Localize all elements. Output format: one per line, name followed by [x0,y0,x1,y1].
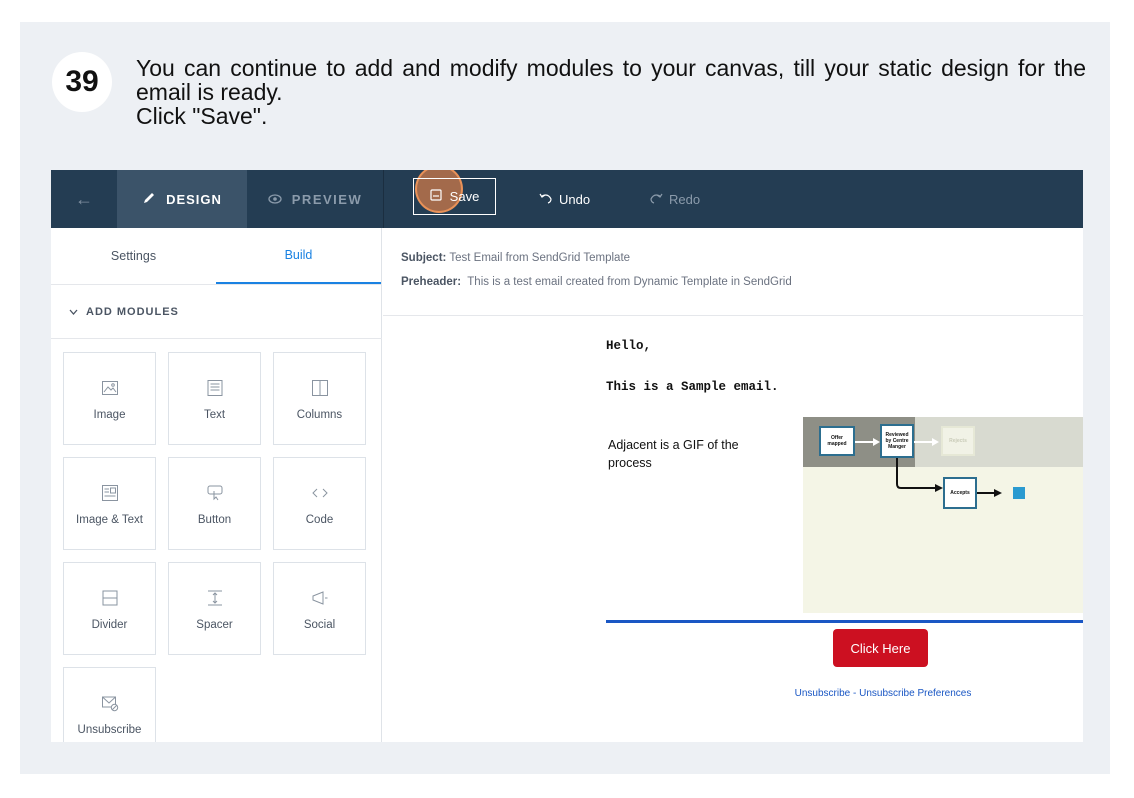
module-label: Divider [91,618,128,631]
process-gif[interactable]: Offer mapped Reviewed by Centre Manger R… [803,417,1083,613]
undo-button[interactable]: Undo [539,170,590,228]
editor-window: ← DESIGN PREVIEW Save Undo Redo Settings… [51,170,1083,742]
module-label: Columns [296,408,343,421]
blue-divider [606,620,1083,623]
image-text-icon [99,482,121,504]
module-label: Button [197,513,232,526]
step-number-badge: 39 [52,52,112,112]
gif-arrow-4 [977,489,1002,497]
undo-icon [539,192,553,207]
divider-icon [99,587,121,609]
subject-label: Subject: [401,252,447,264]
redo-button[interactable]: Redo [649,170,700,228]
subject-value: Test Email from SendGrid Template [449,252,631,264]
module-spacer[interactable]: Spacer [168,562,261,655]
save-label: Save [449,189,480,204]
add-modules-label: ADD MODULES [86,305,179,318]
gif-node-accepts: Accepts [943,477,977,509]
tab-design[interactable]: DESIGN [117,170,247,228]
module-label: Image & Text [76,513,143,526]
instruction-line-1: You can continue to add and modify modul… [136,55,1086,105]
step-instruction: You can continue to add and modify modul… [136,56,1086,128]
button-icon [204,482,226,504]
module-label: Social [303,618,336,631]
email-greeting[interactable]: Hello, [606,339,651,353]
sidebar: Settings Build ADD MODULES Image Text Co… [51,228,382,742]
undo-label: Undo [559,191,591,207]
module-unsubscribe[interactable]: Unsubscribe [63,667,156,742]
gif-node-reviewed: Reviewed by Centre Manger [880,424,914,458]
instruction-line-2: Click "Save". [136,103,268,129]
preheader-value: This is a test email created from Dynami… [467,276,792,288]
preview-label: PREVIEW [291,191,363,207]
module-label: Text [203,408,226,421]
meta-divider [383,315,1083,316]
module-code[interactable]: Code [273,457,366,550]
module-label: Code [305,513,334,526]
click-here-button[interactable]: Click Here [833,629,928,667]
spacer-icon [204,587,226,609]
gif-node-offer: Offer mapped [819,426,855,456]
gif-arrow-2 [914,438,939,446]
module-text[interactable]: Text [168,352,261,445]
add-modules-header[interactable]: ADD MODULES [51,284,382,339]
module-label: Spacer [196,618,233,631]
pencil-icon [142,191,156,208]
editor-toolbar: ← DESIGN PREVIEW Save Undo Redo [51,170,1083,228]
chevron-down-icon [69,306,78,318]
gif-arrow-1 [855,438,880,446]
module-label: Unsubscribe [77,723,142,736]
tab-build[interactable]: Build [216,228,381,284]
module-columns[interactable]: Columns [273,352,366,445]
eye-icon [268,192,282,207]
redo-label: Redo [669,191,701,207]
image-icon [99,377,121,399]
gif-arrow-3 [896,458,943,492]
module-image-text[interactable]: Image & Text [63,457,156,550]
module-image[interactable]: Image [63,352,156,445]
toolbar-divider [383,170,384,228]
save-icon [430,189,442,204]
columns-icon [309,377,331,399]
email-meta: Subject: Test Email from SendGrid Templa… [401,246,792,294]
back-arrow-icon[interactable]: ← [51,170,117,228]
text-icon [204,377,226,399]
code-icon [309,482,331,504]
subject-row[interactable]: Subject: Test Email from SendGrid Templa… [401,246,792,270]
module-button[interactable]: Button [168,457,261,550]
email-canvas: Subject: Test Email from SendGrid Templa… [383,228,1083,742]
gif-node-rejects: Rejects [941,426,975,456]
tab-preview[interactable]: PREVIEW [247,170,383,228]
unsubscribe-link[interactable]: Unsubscribe - Unsubscribe Preferences [783,688,983,699]
module-label: Image [93,408,126,421]
redo-icon [649,192,663,207]
tab-settings[interactable]: Settings [51,228,216,284]
email-body-text[interactable]: This is a Sample email. [606,380,779,394]
preheader-label: Preheader: [401,276,462,288]
gif-end-marker [1013,487,1025,499]
save-button[interactable]: Save [413,178,496,215]
unsubscribe-icon [99,692,121,714]
module-social[interactable]: Social [273,562,366,655]
adjacent-text[interactable]: Adjacent is a GIF of the process [608,436,773,472]
module-divider[interactable]: Divider [63,562,156,655]
design-label: DESIGN [166,191,222,207]
social-icon [309,587,331,609]
preheader-row[interactable]: Preheader: This is a test email created … [401,270,792,294]
